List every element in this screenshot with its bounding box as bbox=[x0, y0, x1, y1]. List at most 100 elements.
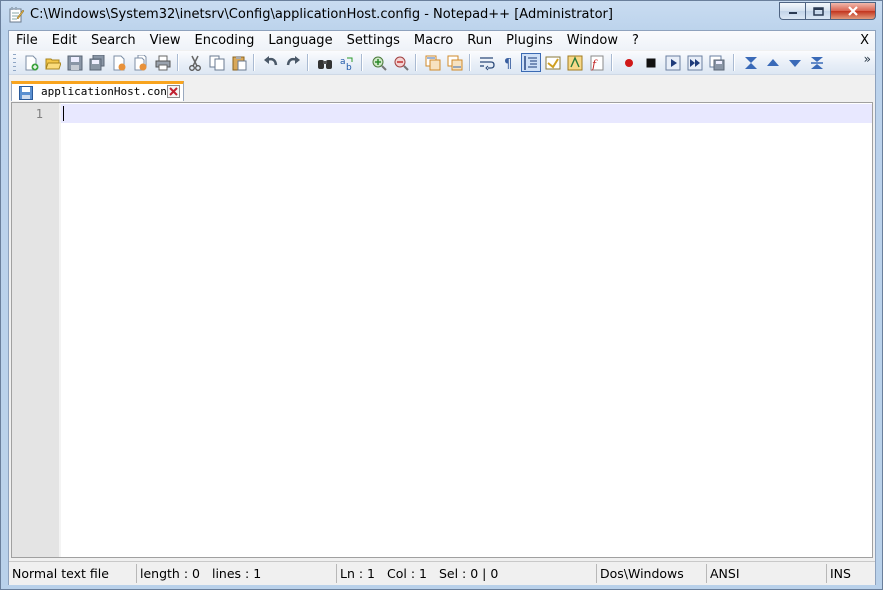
open-file-icon bbox=[45, 58, 61, 69]
save-macro-icon bbox=[709, 55, 725, 70]
minimize-icon bbox=[788, 12, 797, 14]
menu-run[interactable]: Run bbox=[460, 31, 499, 50]
show-all-characters-button[interactable]: ¶ bbox=[499, 53, 519, 72]
minimize-button[interactable] bbox=[779, 2, 805, 20]
status-eol-format[interactable]: Dos\Windows bbox=[597, 564, 707, 583]
status-position: Ln : 1 Col : 1 Sel : 0 | 0 bbox=[337, 564, 597, 583]
menu-plugins[interactable]: Plugins bbox=[499, 31, 560, 50]
cut-button[interactable] bbox=[185, 53, 205, 72]
cut-icon bbox=[189, 55, 201, 71]
play-macro-button[interactable] bbox=[663, 53, 683, 72]
menu-edit[interactable]: Edit bbox=[45, 31, 84, 50]
word-wrap-icon bbox=[480, 56, 495, 70]
menu-language[interactable]: Language bbox=[261, 31, 339, 50]
menu-macro[interactable]: Macro bbox=[407, 31, 460, 50]
word-wrap-button[interactable] bbox=[477, 53, 497, 72]
find-button[interactable] bbox=[315, 53, 335, 72]
line-number: 1 bbox=[35, 107, 43, 121]
menu-help[interactable]: ? bbox=[625, 31, 646, 50]
line-number-gutter: 1 bbox=[12, 103, 59, 557]
toolbar-overflow-chevron[interactable]: » bbox=[864, 52, 871, 66]
tab-close-icon[interactable] bbox=[167, 85, 180, 98]
status-insert-mode[interactable]: INS bbox=[827, 564, 875, 583]
client-area: File Edit Search View Encoding Language … bbox=[8, 30, 876, 585]
replace-button[interactable]: ab bbox=[337, 53, 357, 72]
menu-encoding[interactable]: Encoding bbox=[187, 31, 261, 50]
status-file-type: Normal text file bbox=[9, 564, 137, 583]
status-lines: lines : 1 bbox=[211, 566, 262, 581]
stop-record-icon bbox=[646, 58, 656, 67]
copy-icon bbox=[209, 55, 225, 70]
redo-button[interactable] bbox=[283, 53, 303, 72]
save-macro-button[interactable] bbox=[707, 53, 727, 72]
menu-settings[interactable]: Settings bbox=[340, 31, 407, 50]
sync-vertical-button[interactable] bbox=[423, 53, 443, 72]
user-language-button[interactable] bbox=[543, 53, 563, 72]
find-icon bbox=[318, 59, 332, 69]
menu-file[interactable]: File bbox=[9, 31, 45, 50]
fold-all-icon bbox=[745, 56, 757, 69]
menu-view[interactable]: View bbox=[143, 31, 188, 50]
toolbar-separator bbox=[361, 54, 363, 71]
copy-button[interactable] bbox=[207, 53, 227, 72]
paste-button[interactable] bbox=[229, 53, 249, 72]
run-macro-multiple-button[interactable] bbox=[685, 53, 705, 72]
close-window-button[interactable] bbox=[831, 2, 876, 20]
zoom-out-icon bbox=[394, 56, 409, 71]
print-button[interactable] bbox=[153, 53, 173, 72]
status-encoding[interactable]: ANSI bbox=[707, 564, 827, 583]
redo-icon bbox=[286, 55, 300, 65]
save-all-button[interactable] bbox=[87, 53, 107, 72]
next-bookmark-button[interactable] bbox=[785, 53, 805, 72]
indent-guide-icon bbox=[524, 55, 537, 70]
title-bar[interactable]: C:\Windows\System32\inetsrv\Config\appli… bbox=[1, 1, 882, 30]
undo-button[interactable] bbox=[261, 53, 281, 72]
window-title: C:\Windows\System32\inetsrv\Config\appli… bbox=[30, 7, 613, 22]
maximize-button[interactable] bbox=[805, 2, 831, 20]
stop-recording-button[interactable] bbox=[641, 53, 661, 72]
function-list-button[interactable]: f bbox=[587, 53, 607, 72]
sync-horizontal-button[interactable] bbox=[445, 53, 465, 72]
save-button[interactable] bbox=[65, 53, 85, 72]
toolbar-grip[interactable] bbox=[13, 54, 16, 71]
toolbar-separator bbox=[177, 54, 179, 71]
menu-search[interactable]: Search bbox=[84, 31, 143, 50]
replace-icon: ab bbox=[340, 57, 353, 71]
status-bar: Normal text file length : 0 lines : 1 Ln … bbox=[9, 561, 875, 585]
fold-margin[interactable] bbox=[59, 103, 61, 557]
doc-map-icon bbox=[567, 55, 583, 70]
document-map-button[interactable] bbox=[565, 53, 585, 72]
sync-horizontal-icon bbox=[447, 55, 463, 70]
close-icon bbox=[848, 6, 858, 16]
zoom-in-icon bbox=[372, 56, 387, 71]
menu-window[interactable]: Window bbox=[560, 31, 625, 50]
zoom-in-button[interactable] bbox=[369, 53, 389, 72]
status-col: Col : 1 bbox=[387, 566, 427, 581]
indent-guide-button[interactable] bbox=[521, 53, 541, 72]
toolbar-separator bbox=[307, 54, 309, 71]
status-ln: Ln : 1 bbox=[340, 566, 375, 581]
prev-bookmark-icon bbox=[767, 58, 779, 66]
document-tab-active[interactable]: applicationHost.config bbox=[11, 81, 184, 101]
menu-bar: File Edit Search View Encoding Language … bbox=[9, 31, 875, 50]
play-macro-icon bbox=[665, 55, 681, 70]
close-all-button[interactable] bbox=[131, 53, 151, 72]
editor-area[interactable]: 1 bbox=[11, 102, 873, 558]
toolbar-separator bbox=[415, 54, 417, 71]
new-file-button[interactable] bbox=[21, 53, 41, 72]
record-macro-button[interactable] bbox=[619, 53, 639, 72]
unfold-all-button[interactable] bbox=[807, 53, 827, 72]
next-bookmark-icon bbox=[789, 59, 801, 67]
maximize-icon bbox=[812, 6, 824, 16]
open-file-button[interactable] bbox=[43, 53, 63, 72]
previous-bookmark-button[interactable] bbox=[763, 53, 783, 72]
fold-all-button[interactable] bbox=[741, 53, 761, 72]
toolbar-separator bbox=[469, 54, 471, 71]
close-file-button[interactable] bbox=[109, 53, 129, 72]
toolbar: ab ¶ f » bbox=[9, 51, 875, 75]
tab-label: applicationHost.config bbox=[41, 85, 167, 98]
notepadpp-window: C:\Windows\System32\inetsrv\Config\appli… bbox=[0, 0, 883, 590]
close-document-button[interactable]: X bbox=[860, 31, 869, 50]
notepad-app-icon[interactable] bbox=[8, 7, 24, 23]
zoom-out-button[interactable] bbox=[391, 53, 411, 72]
